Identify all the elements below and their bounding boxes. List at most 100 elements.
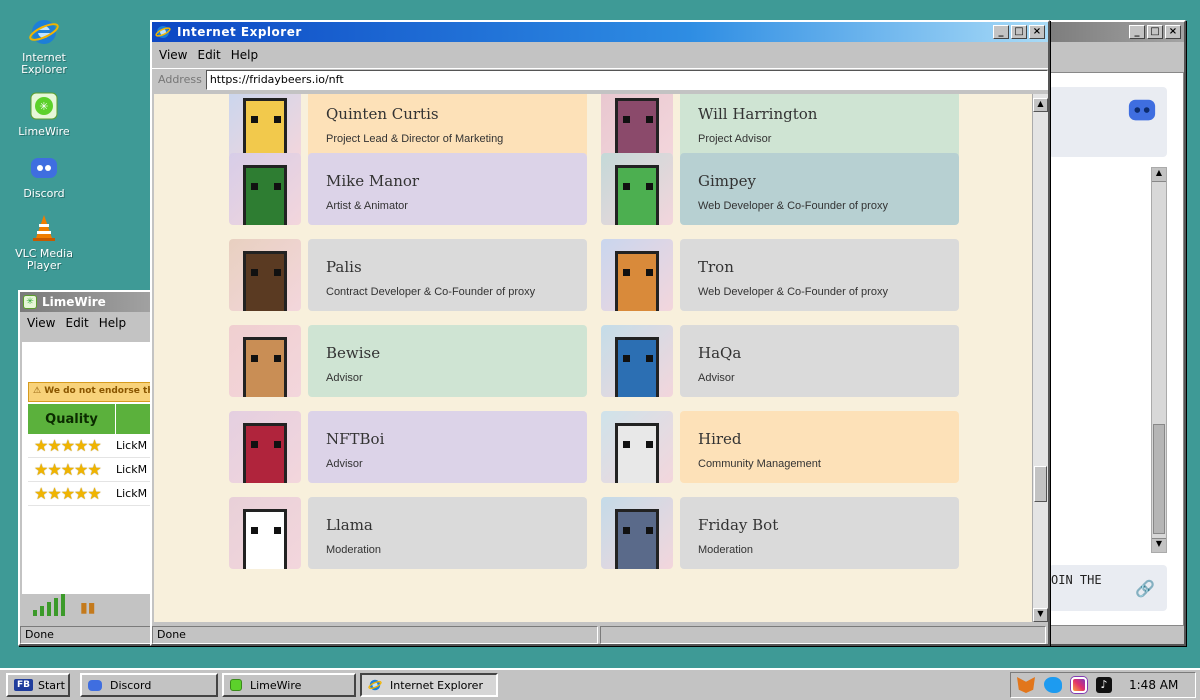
member-name: Quinten Curtis <box>326 105 439 123</box>
ie-statusbar: Done <box>152 626 1048 644</box>
member-avatar <box>229 411 301 483</box>
discord-scrollbar[interactable]: ▲ ▼ <box>1151 167 1167 553</box>
menu-view[interactable]: View <box>27 316 55 330</box>
scroll-thumb[interactable] <box>1034 466 1047 502</box>
rating-stars: ★★★★★ <box>34 436 102 455</box>
maximize-icon[interactable]: □ <box>1147 25 1163 39</box>
close-icon[interactable]: × <box>1165 25 1181 39</box>
desktop-icon-internet-explorer[interactable]: Internet Explorer <box>4 16 84 76</box>
scroll-down-arrow-icon[interactable]: ▼ <box>1033 608 1048 622</box>
pixel-character-icon <box>243 423 287 483</box>
member-card: Tron Web Developer & Co-Founder of proxy <box>680 239 959 311</box>
menu-help[interactable]: Help <box>231 48 258 62</box>
limewire-icon: ✳ <box>30 92 58 120</box>
table-row[interactable]: ★★★★★ LickM <box>28 482 154 506</box>
ie-titlebar: Internet Explorer _ □ × <box>152 22 1048 42</box>
pixel-character-icon <box>243 165 287 225</box>
team-member: Quinten Curtis Project Lead & Director of… <box>229 94 587 158</box>
pixel-character-icon <box>243 251 287 311</box>
menu-view[interactable]: View <box>159 48 187 62</box>
team-member: Hired Community Management <box>601 411 959 483</box>
metamask-fox-icon[interactable] <box>1017 677 1035 693</box>
scroll-thumb[interactable] <box>1153 424 1165 534</box>
member-role: Web Developer & Co-Founder of proxy <box>698 286 888 298</box>
scroll-down-arrow-icon[interactable]: ▼ <box>1152 538 1166 552</box>
desktop-icon-discord[interactable]: Discord <box>4 152 84 200</box>
media-player-icon[interactable]: ▮▮ <box>80 600 95 616</box>
desktop-icon-label: VLC Media Player <box>15 247 73 272</box>
taskbar-button-label: Discord <box>110 678 152 692</box>
table-row[interactable]: ★★★★★ LickM <box>28 434 154 458</box>
ie-window: Internet Explorer _ □ × View Edit Help A… <box>150 20 1050 646</box>
discord-join-panel[interactable]: OIN THE 🔗 <box>1049 565 1167 611</box>
tiktok-icon[interactable]: ♪ <box>1096 677 1112 693</box>
address-input[interactable]: https://fridaybeers.io/nft <box>205 69 1048 90</box>
taskbar-button-limewire[interactable]: LimeWire <box>222 673 356 697</box>
team-member: Palis Contract Developer & Co-Founder of … <box>229 239 587 311</box>
pixel-eyes-icon <box>251 355 281 362</box>
menu-help[interactable]: Help <box>99 316 126 330</box>
instagram-icon[interactable] <box>1071 677 1087 693</box>
member-role: Community Management <box>698 458 821 470</box>
member-card: Friday Bot Moderation <box>680 497 959 569</box>
maximize-icon[interactable]: □ <box>1011 25 1027 39</box>
limewire-title-icon: ✳ <box>23 295 37 309</box>
ie-title: Internet Explorer <box>177 25 302 39</box>
member-card: NFTBoi Advisor <box>308 411 587 483</box>
system-tray: ♪ 1:48 AM <box>1010 672 1196 698</box>
member-role: Advisor <box>326 372 363 384</box>
member-name: HaQa <box>698 344 742 362</box>
pixel-character-icon <box>615 509 659 569</box>
discord-header-panel <box>1049 87 1167 157</box>
menu-edit[interactable]: Edit <box>197 48 220 62</box>
results-table: Quality ★★★★★ LickM ★★★★★ LickM ★★★★★ Li… <box>28 404 154 506</box>
desktop-icon-label: Discord <box>23 187 65 200</box>
member-role: Moderation <box>326 544 382 556</box>
minimize-icon[interactable]: _ <box>993 25 1009 39</box>
member-name: Tron <box>698 258 734 276</box>
svg-text:✳: ✳ <box>39 100 48 113</box>
member-avatar <box>229 94 301 158</box>
ie-scrollbar[interactable]: ▲ ▼ <box>1032 94 1048 622</box>
discord-icon <box>88 679 102 691</box>
scroll-up-arrow-icon[interactable]: ▲ <box>1033 98 1048 112</box>
close-icon[interactable]: × <box>1029 25 1045 39</box>
limewire-title: LimeWire <box>42 295 106 309</box>
pixel-character-icon <box>615 337 659 397</box>
table-row[interactable]: ★★★★★ LickM <box>28 458 154 482</box>
pixel-character-icon <box>243 337 287 397</box>
desktop-icon-limewire[interactable]: ✳ LimeWire <box>4 90 84 138</box>
pixel-character-icon <box>243 509 287 569</box>
member-avatar <box>601 411 673 483</box>
taskbar-button-discord[interactable]: Discord <box>80 673 218 697</box>
limewire-status-text: Done <box>20 626 154 644</box>
team-member: Mike Manor Artist & Animator <box>229 153 587 225</box>
quality-column-header[interactable]: Quality <box>28 404 116 434</box>
desktop-icon-vlc[interactable]: VLC Media Player <box>4 212 84 272</box>
link-icon[interactable]: 🔗 <box>1135 579 1155 598</box>
pixel-character-icon <box>615 423 659 483</box>
member-avatar <box>601 325 673 397</box>
discord-window: _ □ × ▲ ▼ OIN THE 🔗 <box>1040 20 1186 646</box>
rating-stars: ★★★★★ <box>34 460 102 479</box>
start-button[interactable]: FB Start <box>6 673 70 697</box>
taskbar: FB Start Discord LimeWire Internet Explo… <box>0 668 1200 700</box>
member-name: Gimpey <box>698 172 756 190</box>
twitter-icon[interactable] <box>1044 677 1062 693</box>
minimize-icon[interactable]: _ <box>1129 25 1145 39</box>
desktop-icon-label: LimeWire <box>18 125 70 138</box>
name-column-header[interactable] <box>116 404 154 434</box>
address-label: Address <box>158 73 202 86</box>
member-role: Moderation <box>698 544 754 556</box>
taskbar-button-internet-explorer[interactable]: Internet Explorer <box>360 673 498 697</box>
rating-stars: ★★★★★ <box>34 484 102 503</box>
menu-edit[interactable]: Edit <box>65 316 88 330</box>
pixel-eyes-icon <box>623 183 653 190</box>
internet-explorer-icon <box>155 26 171 38</box>
member-avatar <box>229 239 301 311</box>
member-role: Artist & Animator <box>326 200 408 212</box>
pixel-eyes-icon <box>623 269 653 276</box>
limewire-titlebar: ✳ LimeWire <box>20 292 156 312</box>
member-card: Bewise Advisor <box>308 325 587 397</box>
scroll-up-arrow-icon[interactable]: ▲ <box>1152 168 1166 182</box>
